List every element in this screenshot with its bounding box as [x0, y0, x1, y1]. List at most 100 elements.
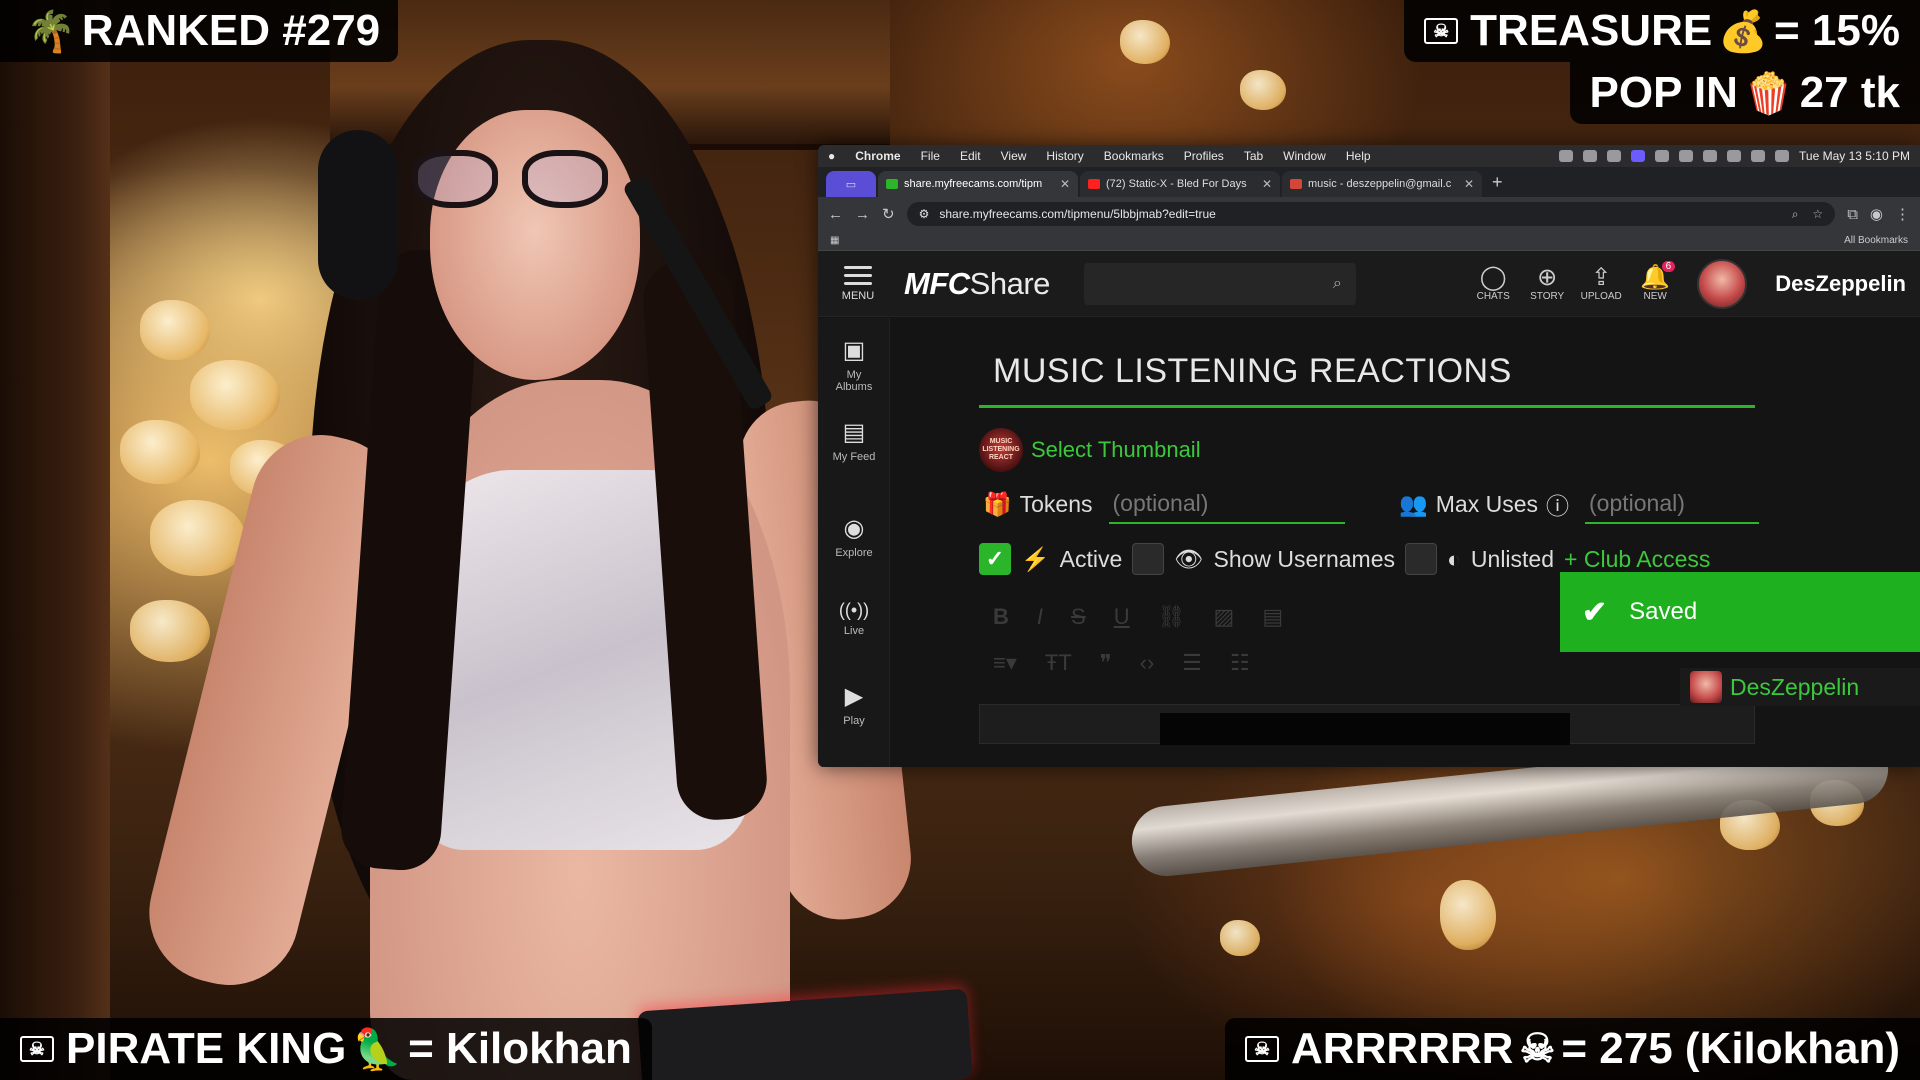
apps-grid-icon[interactable]: ▦ — [830, 235, 839, 246]
menu-edit[interactable]: Edit — [960, 149, 981, 163]
underline-icon[interactable]: U — [1114, 604, 1130, 630]
select-thumbnail-link[interactable]: Select Thumbnail — [1031, 437, 1201, 463]
show-usernames-checkbox[interactable] — [1132, 543, 1165, 575]
address-bar[interactable]: ⚙ share.myfreecams.com/tipmenu/5lbbjmab?… — [906, 202, 1836, 226]
reload-icon[interactable]: ↻ — [882, 205, 895, 223]
quote-icon[interactable]: ❞ — [1100, 650, 1112, 676]
youtube-icon — [1088, 179, 1100, 189]
avatar[interactable] — [1697, 258, 1748, 309]
toast-text: Saved — [1629, 598, 1698, 625]
description-editor[interactable] — [979, 704, 1755, 745]
sidebar-item-explore[interactable]: ◉ Explore — [818, 514, 890, 559]
back-icon[interactable]: ← — [828, 206, 843, 223]
menu-help[interactable]: Help — [1346, 149, 1371, 163]
menu-button[interactable]: MENU — [828, 265, 888, 302]
search-icon[interactable] — [1751, 150, 1766, 162]
header-actions: ◯ CHATS ⊕ STORY ⇪ UPLOAD 🔔 6 NEW DesZepp… — [1475, 258, 1910, 309]
menu-view[interactable]: View — [1001, 149, 1027, 163]
bookmark-star-icon[interactable]: ☆ — [1812, 207, 1823, 222]
status-icon[interactable] — [1583, 150, 1598, 162]
menu-profiles[interactable]: Profiles — [1184, 149, 1224, 163]
tab-close-icon[interactable]: ✕ — [1060, 177, 1070, 191]
upload-label: UPLOAD — [1580, 291, 1622, 302]
extensions-icon[interactable]: ⧉ — [1847, 206, 1858, 223]
bold-icon[interactable]: B — [993, 604, 1009, 630]
all-bookmarks[interactable]: All Bookmarks — [1844, 235, 1908, 246]
wifi-icon[interactable] — [1727, 150, 1742, 162]
numbered-list-icon[interactable]: ☷ — [1230, 650, 1250, 676]
tab-close-icon[interactable]: ✕ — [1464, 177, 1474, 191]
site-info-icon[interactable]: ⚙ — [919, 207, 930, 221]
bullet-list-icon[interactable]: ☰ — [1182, 650, 1202, 676]
volume-icon[interactable] — [1703, 150, 1718, 162]
italic-icon[interactable]: I — [1037, 604, 1043, 630]
menu-file[interactable]: File — [921, 149, 940, 163]
story-button[interactable]: ⊕ STORY — [1529, 265, 1565, 303]
url-text: share.myfreecams.com/tipmenu/5lbbjmab?ed… — [939, 207, 1216, 221]
control-center-icon[interactable] — [1775, 150, 1790, 162]
status-icon[interactable] — [1607, 150, 1622, 162]
tab-group-chip[interactable]: ▭ — [826, 171, 876, 197]
mfc-share-logo[interactable]: MFCShare — [904, 266, 1050, 302]
menu-history[interactable]: History — [1046, 149, 1083, 163]
embed-icon[interactable]: ▤ — [1262, 604, 1283, 630]
align-icon[interactable]: ≡▾ — [993, 650, 1017, 676]
club-access-link[interactable]: + Club Access — [1564, 546, 1710, 573]
sidebar-item-live[interactable]: ((•)) Live — [818, 600, 890, 637]
active-checkbox[interactable]: ✓ — [979, 543, 1011, 575]
zoom-icon[interactable]: ⌕ — [1792, 207, 1799, 222]
sidebar-item-play[interactable]: ▶ Play — [818, 682, 890, 727]
status-icon[interactable] — [1679, 150, 1694, 162]
notifications-button[interactable]: 🔔 6 NEW — [1637, 261, 1676, 302]
apple-icon[interactable]: ● — [828, 149, 835, 163]
search-input[interactable]: ⌕ — [1083, 262, 1356, 305]
tab-share-myfreecams[interactable]: share.myfreecams.com/tipm ✕ — [878, 171, 1078, 197]
forward-icon[interactable]: → — [855, 206, 870, 223]
menu-bookmarks[interactable]: Bookmarks — [1104, 149, 1164, 163]
info-icon[interactable]: ⓘ — [1546, 487, 1569, 521]
side-nav: ▣ My Albums ▤ My Feed ◉ Explore ((•)) Li… — [818, 318, 890, 767]
code-icon[interactable]: ‹› — [1140, 650, 1155, 676]
popcorn-kernel — [1220, 920, 1260, 956]
treasure-value: = 15% — [1774, 6, 1900, 55]
menu-tab[interactable]: Tab — [1244, 149, 1263, 163]
page-title[interactable]: MUSIC LISTENING REACTIONS — [993, 352, 1512, 391]
chat-dock[interactable]: DesZeppelin ︿ — [1680, 668, 1920, 706]
tab-close-icon[interactable]: ✕ — [1262, 177, 1272, 191]
strikethrough-icon[interactable]: S — [1071, 604, 1086, 630]
kebab-menu-icon[interactable]: ⋮ — [1895, 205, 1910, 223]
image-icon[interactable]: ▨ — [1214, 604, 1235, 630]
tab-gmail[interactable]: music - deszeppelin@gmail.c ✕ — [1282, 171, 1482, 197]
thumbnail-image[interactable]: MUSIC LISTENING REACT — [979, 428, 1023, 472]
pirate-king-label: PIRATE KING — [66, 1024, 347, 1073]
link-icon[interactable]: ⛓ — [1158, 604, 1186, 630]
username[interactable]: DesZeppelin — [1775, 271, 1906, 297]
text-size-icon[interactable]: ŦT — [1045, 650, 1072, 676]
upload-button[interactable]: ⇪ UPLOAD — [1580, 265, 1622, 303]
title-underline — [979, 405, 1755, 408]
screen-share-icon[interactable] — [1631, 150, 1646, 162]
unlisted-checkbox[interactable] — [1405, 543, 1438, 575]
menu-chrome[interactable]: Chrome — [855, 149, 900, 163]
tab-title: (72) Static-X - Bled For Days — [1106, 178, 1247, 190]
pirate-king-value: = Kilokhan — [408, 1024, 632, 1073]
popcorn-icon: 🍿 — [1743, 71, 1794, 116]
status-icon[interactable] — [1655, 150, 1670, 162]
sidebar-item-my-feed[interactable]: ▤ My Feed — [818, 418, 890, 463]
price-row: 🎁 Tokens (optional) 👥 Max Uses ⓘ (option… — [983, 484, 1759, 524]
status-area: Tue May 13 5:10 PM — [1559, 149, 1910, 163]
tab-favicon — [886, 179, 898, 189]
profile-icon[interactable]: ◉ — [1870, 205, 1883, 223]
sidebar-item-my-albums[interactable]: ▣ My Albums — [818, 336, 890, 393]
pirate-flag-icon: ☠ — [1245, 1036, 1280, 1062]
menubar-clock[interactable]: Tue May 13 5:10 PM — [1799, 149, 1910, 163]
chats-button[interactable]: ◯ CHATS — [1475, 265, 1511, 303]
max-uses-input[interactable]: (optional) — [1585, 484, 1759, 524]
search-icon[interactable]: ⌕ — [1333, 275, 1342, 293]
status-icon[interactable] — [1559, 150, 1574, 162]
mac-menubar: ● Chrome File Edit View History Bookmark… — [818, 145, 1920, 167]
tokens-input[interactable]: (optional) — [1108, 484, 1345, 524]
menu-window[interactable]: Window — [1283, 149, 1326, 163]
tab-youtube[interactable]: (72) Static-X - Bled For Days ✕ — [1080, 171, 1280, 197]
new-tab-icon[interactable]: + — [1484, 172, 1511, 197]
